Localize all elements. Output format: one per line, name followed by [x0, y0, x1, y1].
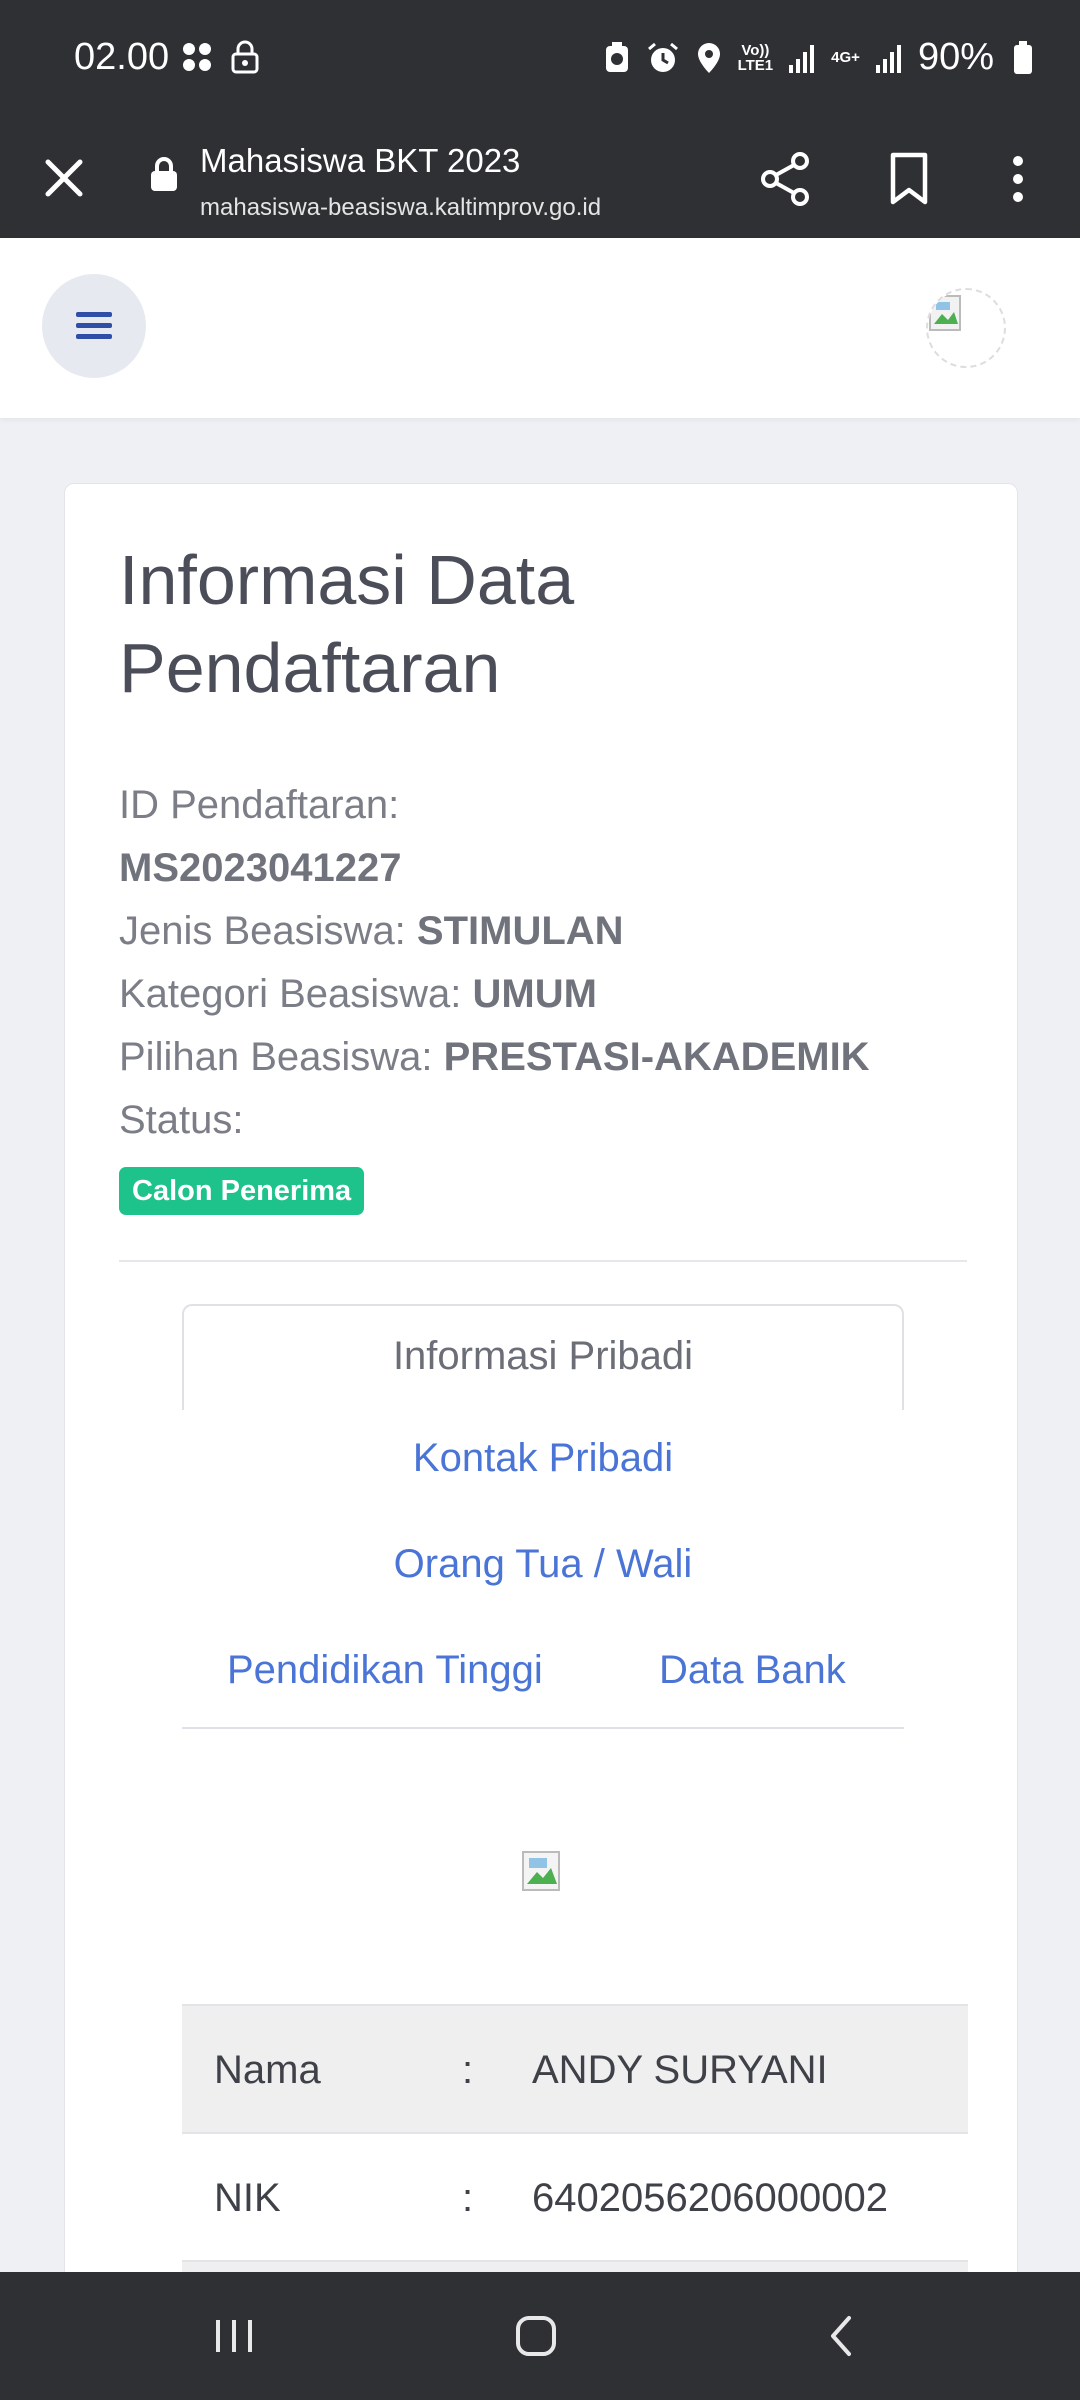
- status-right-icons: Vo)) LTE1 4G+ 90%: [600, 36, 1040, 79]
- battery-percent: 90%: [917, 36, 994, 78]
- avatar[interactable]: [926, 288, 1006, 368]
- registration-card: Informasi Data Pendaftaran ID Pendaftara…: [64, 483, 1018, 2320]
- more-vert-icon[interactable]: [990, 134, 1046, 224]
- row-separator: :: [462, 2176, 474, 2220]
- registration-info: ID Pendaftaran: MS2023041227 Jenis Beasi…: [119, 774, 979, 1152]
- close-icon[interactable]: [36, 136, 92, 220]
- kategori-value: UMUM: [472, 972, 597, 1016]
- status-bar: 02.00 Vo)) LTE1 4G+ 90%: [0, 0, 1080, 120]
- pilihan-value: PRESTASI-AKADEMIK: [443, 1035, 870, 1079]
- tab-informasi-pribadi[interactable]: Informasi Pribadi: [182, 1304, 904, 1410]
- status-time: 02.00: [74, 36, 170, 78]
- tab-kontak-pribadi[interactable]: Kontak Pribadi: [182, 1436, 904, 1481]
- row-key: NIK: [214, 2176, 281, 2220]
- kategori-label: Kategori Beasiswa:: [119, 972, 462, 1016]
- home-icon[interactable]: [486, 2296, 586, 2376]
- card-title: Informasi Data Pendaftaran: [119, 541, 575, 707]
- jenis-value: STIMULAN: [416, 909, 624, 953]
- bookmark-icon[interactable]: [876, 134, 942, 224]
- divider: [119, 1260, 967, 1262]
- share-icon[interactable]: [752, 134, 818, 224]
- location-icon: [692, 41, 726, 75]
- page-url[interactable]: mahasiswa-beasiswa.kaltimprov.go.id: [200, 194, 601, 222]
- table-row: Nama : ANDY SURYANI: [182, 2004, 968, 2132]
- tab-data-bank[interactable]: Data Bank: [659, 1648, 846, 1693]
- row-separator: :: [462, 2048, 474, 2092]
- id-label: ID Pendaftaran:: [119, 783, 400, 827]
- pilihan-row: Pilihan Beasiswa: PRESTASI-AKADEMIK: [119, 1026, 979, 1089]
- jenis-row: Jenis Beasiswa: STIMULAN: [119, 900, 979, 963]
- network-4g-icon: 4G+: [831, 49, 860, 66]
- broken-image-icon: [521, 1850, 565, 1894]
- row-value: ANDY SURYANI: [532, 2048, 828, 2092]
- row-key: Nama: [214, 2048, 321, 2092]
- battery-saver-icon: [600, 41, 634, 75]
- signal-2-icon: [872, 41, 906, 75]
- system-nav-bar: [0, 2272, 1080, 2400]
- recent-apps-icon[interactable]: [184, 2296, 284, 2376]
- pilihan-label: Pilihan Beasiswa:: [119, 1035, 433, 1079]
- table-row: NIK : 6402056206000002: [182, 2132, 968, 2260]
- back-icon[interactable]: [790, 2296, 890, 2376]
- alarm-icon: [646, 41, 680, 75]
- jenis-label: Jenis Beasiswa:: [119, 909, 406, 953]
- info-tabs: Informasi Pribadi Kontak Pribadi Orang T…: [182, 1304, 904, 1692]
- battery-icon: [1006, 40, 1040, 75]
- notification-dots-icon: [180, 40, 214, 74]
- row-value: 6402056206000002: [532, 2176, 888, 2220]
- tabs-underline: [182, 1727, 904, 1729]
- hamburger-menu-icon[interactable]: [42, 274, 146, 378]
- tab-orang-tua-wali[interactable]: Orang Tua / Wali: [182, 1542, 904, 1587]
- app-header: [0, 238, 1080, 418]
- page-title: Mahasiswa BKT 2023: [200, 142, 521, 179]
- status-label: Status:: [119, 1098, 244, 1142]
- signal-icon: [785, 41, 819, 75]
- volte-icon: Vo)) LTE1: [737, 41, 774, 74]
- browser-toolbar: Mahasiswa BKT 2023 mahasiswa-beasiswa.ka…: [0, 120, 1080, 238]
- lock-status-icon: [228, 40, 262, 74]
- kategori-row: Kategori Beasiswa: UMUM: [119, 963, 979, 1026]
- lock-icon: [146, 144, 182, 204]
- status-left-icons: [180, 40, 262, 74]
- tab-pendidikan-tinggi[interactable]: Pendidikan Tinggi: [227, 1648, 543, 1693]
- id-value: MS2023041227: [119, 846, 402, 890]
- status-badge: Calon Penerima: [119, 1167, 365, 1215]
